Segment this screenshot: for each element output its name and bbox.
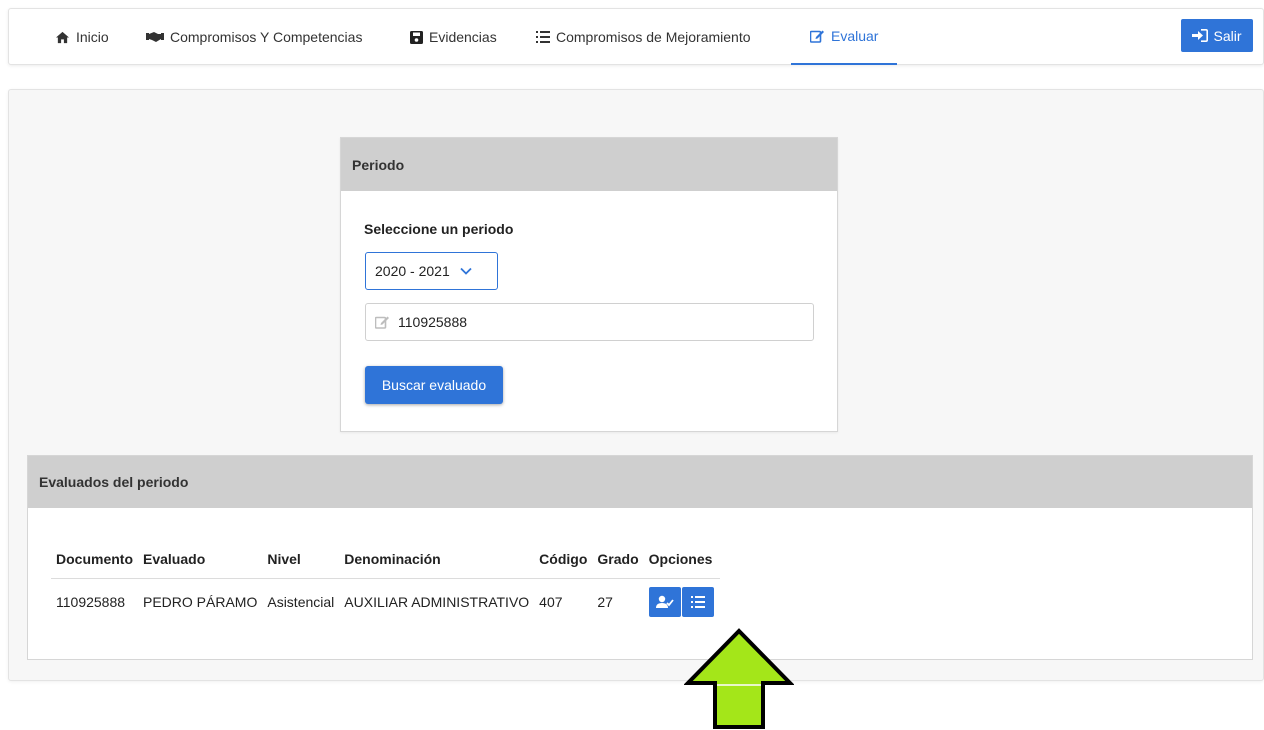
sign-in-icon xyxy=(1192,29,1209,42)
nav-item-inicio[interactable]: Inicio xyxy=(55,9,109,65)
cell-evaluado: PEDRO PÁRAMO xyxy=(143,594,258,611)
logout-label: Salir xyxy=(1213,27,1242,44)
nav-label-compromisos-mejoramiento: Compromisos de Mejoramiento xyxy=(556,29,751,45)
nav-item-evidencias[interactable]: Evidencias xyxy=(410,9,497,65)
periodo-card: Periodo Seleccione un periodo 2020 - 202… xyxy=(340,137,838,432)
nav-label-compromisos-competencias: Compromisos Y Competencias xyxy=(170,29,363,45)
evaluate-user-button[interactable] xyxy=(648,587,681,618)
nav-label-evidencias: Evidencias xyxy=(429,29,497,45)
view-list-button[interactable] xyxy=(681,587,714,618)
table-row: 110925888 PEDRO PÁRAMO Asistencial AUXIL… xyxy=(51,578,720,626)
column-header-codigo: Código xyxy=(534,540,593,579)
periodo-card-header: Periodo xyxy=(341,138,837,191)
nav-item-evaluar[interactable]: Evaluar xyxy=(791,9,897,65)
cell-denominacion: AUXILIAR ADMINISTRATIVO xyxy=(344,594,530,611)
nav-label-inicio: Inicio xyxy=(76,29,109,45)
nav-item-compromisos-competencias[interactable]: Compromisos Y Competencias xyxy=(146,9,362,65)
save-icon xyxy=(410,30,423,44)
cell-nivel: Asistencial xyxy=(267,594,335,611)
column-header-denominacion: Denominación xyxy=(339,540,535,579)
column-header-grado: Grado xyxy=(592,540,644,579)
home-icon xyxy=(56,31,69,43)
handshake-icon xyxy=(146,32,164,42)
cell-documento: 110925888 xyxy=(56,594,126,611)
column-header-documento: Documento xyxy=(51,540,138,579)
document-input-value: 110925888 xyxy=(398,314,468,330)
periodo-select-label: Seleccione un periodo xyxy=(364,221,514,237)
table-header-row: Documento Evaluado Nivel Denominación Có… xyxy=(51,540,720,579)
cell-grado: 27 xyxy=(597,594,613,611)
nav-label-evaluar: Evaluar xyxy=(831,28,879,44)
chevron-down-icon xyxy=(460,267,472,275)
column-header-opciones: Opciones xyxy=(643,540,720,579)
list-icon xyxy=(690,596,705,609)
evaluados-card-header: Evaluados del periodo xyxy=(28,456,1252,508)
search-evaluado-button[interactable]: Buscar evaluado xyxy=(365,366,503,404)
edit-icon xyxy=(810,30,824,43)
evaluados-card: Evaluados del periodo Documento Evaluado… xyxy=(27,455,1253,660)
main-panel: Periodo Seleccione un periodo 2020 - 202… xyxy=(8,89,1264,681)
evaluados-table: Documento Evaluado Nivel Denominación Có… xyxy=(51,540,720,626)
up-arrow-annotation xyxy=(684,628,794,729)
periodo-selected-value: 2020 - 2021 xyxy=(375,263,450,279)
edit-icon xyxy=(375,316,389,329)
nav-item-compromisos-mejoramiento[interactable]: Compromisos de Mejoramiento xyxy=(536,9,751,65)
user-check-icon xyxy=(655,596,674,609)
logout-button[interactable]: Salir xyxy=(1181,19,1253,52)
document-input[interactable]: 110925888 xyxy=(365,303,814,341)
column-header-evaluado: Evaluado xyxy=(138,540,263,579)
list-icon xyxy=(536,31,550,43)
top-navbar: Inicio Compromisos Y Competencias Eviden… xyxy=(8,8,1264,65)
column-header-nivel: Nivel xyxy=(262,540,340,579)
periodo-select[interactable]: 2020 - 2021 xyxy=(365,252,498,290)
cell-codigo: 407 xyxy=(539,594,563,611)
cell-opciones xyxy=(644,578,720,626)
